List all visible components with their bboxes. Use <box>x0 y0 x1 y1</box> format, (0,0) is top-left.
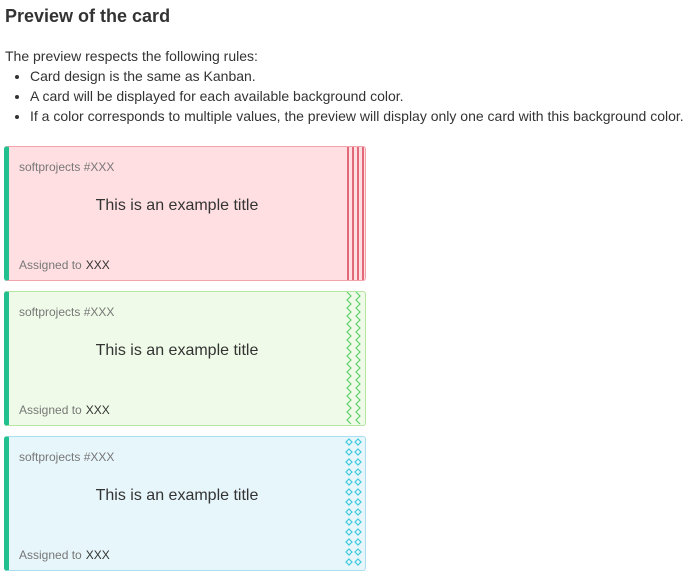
diamond-shape <box>354 558 362 566</box>
diamonds-icon <box>345 437 365 570</box>
diamond-shape <box>354 538 362 546</box>
intro-text: The preview respects the following rules… <box>5 48 258 64</box>
assigned-label: Assigned to <box>19 403 82 417</box>
zigzag-icon <box>345 292 365 425</box>
rules-list: Card design is the same as Kanban. A car… <box>0 66 684 126</box>
card-title: This is an example title <box>95 487 259 504</box>
diamond-shape <box>354 508 362 516</box>
preview-card-blue: softprojects #XXX This is an example tit… <box>4 436 366 571</box>
diamond-shape <box>354 468 362 476</box>
diamond-shape <box>345 558 353 566</box>
assigned-value: XXX <box>85 548 110 562</box>
diamond-shape <box>354 548 362 556</box>
preview-card-green: softprojects #XXX This is an example tit… <box>4 291 366 426</box>
card-title: This is an example title <box>95 197 259 214</box>
rule-item: Card design is the same as Kanban. <box>30 66 684 86</box>
card-assignee: Assigned to XXX <box>19 548 110 562</box>
diamond-shape <box>345 518 353 526</box>
diamond-shape <box>345 528 353 536</box>
diamond-shape <box>345 438 353 446</box>
card-title: This is an example title <box>95 342 259 359</box>
diamond-shape <box>354 528 362 536</box>
assigned-value: XXX <box>85 403 110 417</box>
preview-card-red: softprojects #XXX This is an example tit… <box>4 146 366 281</box>
assigned-label: Assigned to <box>19 258 82 272</box>
diamond-shape <box>345 548 353 556</box>
assigned-label: Assigned to <box>19 548 82 562</box>
diamond-shape <box>345 508 353 516</box>
diamond-shape <box>354 448 362 456</box>
diamond-shape <box>345 478 353 486</box>
diamond-shape <box>345 448 353 456</box>
page-title: Preview of the card <box>5 6 171 26</box>
diamond-shape <box>345 498 353 506</box>
diamond-shape <box>354 478 362 486</box>
rule-item: If a color corresponds to multiple value… <box>30 106 684 126</box>
diamond-shape <box>345 468 353 476</box>
diamond-shape <box>345 458 353 466</box>
diamond-shape <box>354 458 362 466</box>
diamond-shape <box>354 438 362 446</box>
card-assignee: Assigned to XXX <box>19 403 110 417</box>
card-assignee: Assigned to XXX <box>19 258 110 272</box>
stripes-icon <box>345 147 365 280</box>
card-reference: softprojects #XXX <box>19 160 115 174</box>
rule-item: A card will be displayed for each availa… <box>30 86 684 106</box>
diamond-shape <box>354 518 362 526</box>
diamond-shape <box>345 488 353 496</box>
diamond-shape <box>354 488 362 496</box>
card-reference: softprojects #XXX <box>19 450 115 464</box>
card-reference: softprojects #XXX <box>19 305 115 319</box>
diamond-shape <box>354 498 362 506</box>
diamond-shape <box>345 538 353 546</box>
assigned-value: XXX <box>85 258 110 272</box>
